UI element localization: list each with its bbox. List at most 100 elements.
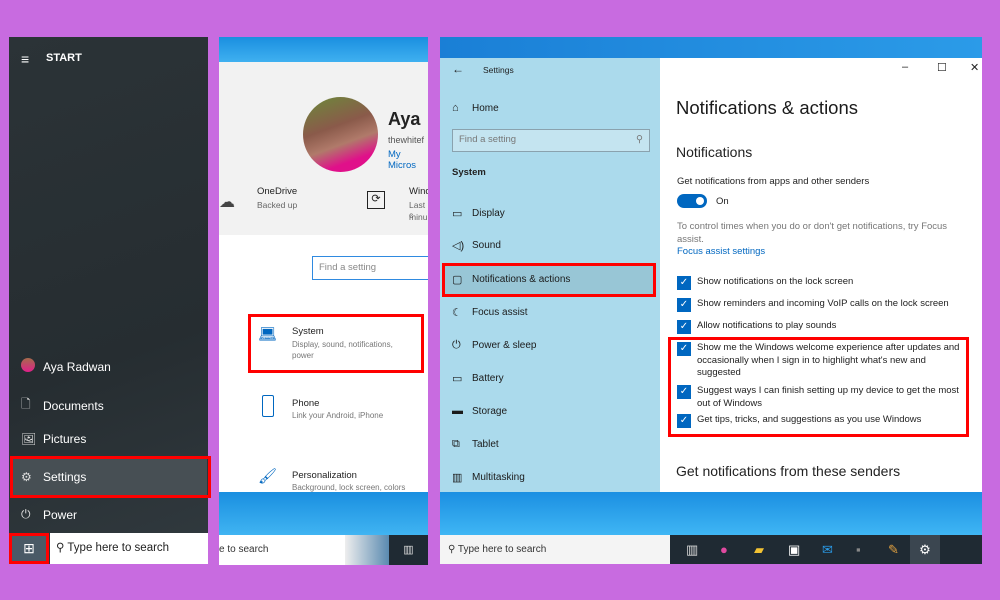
label: Display (472, 208, 505, 219)
search-highlight-image (345, 535, 389, 565)
checkbox-lock-screen[interactable]: ✓ Show notifications on the lock screen (677, 276, 967, 290)
task-view-icon[interactable]: ▥ (686, 535, 698, 564)
nav-focus-assist[interactable]: ☾ Focus assist (452, 306, 528, 319)
hamburger-icon[interactable]: ≡ (21, 51, 29, 67)
app-f-icon[interactable]: ▪ (856, 535, 861, 564)
window-title: Settings (483, 65, 514, 75)
update-title[interactable]: Wind (409, 186, 428, 197)
search-icon: ⚲ (448, 544, 458, 555)
highlight-box (442, 263, 656, 297)
paint-icon[interactable]: ✎ (888, 535, 899, 564)
label: Tablet (472, 439, 499, 450)
checkmark-icon: ✓ (677, 276, 691, 290)
avatar (303, 97, 378, 172)
category-title: Personalization (292, 470, 357, 481)
desktop-strip (440, 37, 982, 58)
back-arrow-icon[interactable]: ← (452, 62, 464, 76)
search-icon: ⚲ (636, 134, 643, 145)
find-setting-input[interactable]: Find a setting (312, 256, 428, 280)
category-desc: Link your Android, iPhone (292, 411, 384, 420)
category-title: Phone (292, 398, 320, 409)
category-personalization[interactable]: Personalization Background, lock screen, … (292, 470, 405, 492)
start-title: START (46, 52, 82, 64)
app-icon[interactable]: ● (720, 535, 728, 564)
section-label: System (452, 167, 486, 178)
nav-multitasking[interactable]: ▥ Multitasking (452, 471, 525, 484)
cloud-icon: ☁ (219, 194, 235, 211)
start-item-user[interactable]: Aya Radwan (21, 358, 111, 375)
highlight-box (668, 337, 969, 437)
store-icon[interactable]: ▣ (788, 535, 800, 564)
highlight-box (10, 456, 211, 498)
task-view-icon[interactable]: ▥ (389, 535, 428, 565)
avatar (21, 358, 43, 375)
category-phone[interactable]: Phone Link your Android, iPhone (292, 398, 383, 420)
taskbar-search[interactable]: ⚲ Type here to search (440, 535, 670, 564)
close-button[interactable]: ✕ (970, 61, 979, 74)
checkbox-voip[interactable]: ✓ Show reminders and incoming VoIP calls … (677, 298, 967, 312)
minimize-button[interactable]: – (902, 61, 908, 73)
nav-display[interactable]: ▭ Display (452, 207, 505, 220)
tablet-icon: ⧉ (452, 438, 460, 450)
taskbar: ▥ ● ▰ ▣ ✉ ▪ ✎ ⚙ (670, 535, 982, 564)
battery-icon: ▭ (452, 373, 463, 385)
label: Multitasking (472, 472, 525, 483)
find-setting-input[interactable]: Find a setting ⚲ (452, 129, 650, 152)
highlight-box (248, 314, 424, 373)
user-email: thewhitef (388, 135, 425, 145)
highlight-box (9, 533, 49, 564)
document-icon: 🗋 (21, 397, 31, 411)
onedrive-title[interactable]: OneDrive (257, 186, 297, 197)
nav-home[interactable]: ⌂ Home (452, 102, 499, 114)
desktop-strip (219, 37, 428, 62)
settings-home: Aya thewhitef My Micros ☁ OneDrive Backe… (219, 37, 428, 565)
power-icon: ⏻ (21, 507, 31, 521)
taskbar-search[interactable]: ⚲ Type here to search (50, 533, 208, 564)
phone-icon (262, 395, 274, 417)
home-icon: ⌂ (452, 102, 459, 114)
checkbox-sounds[interactable]: ✓ Allow notifications to play sounds (677, 320, 967, 334)
checkmark-icon: ✓ (677, 320, 691, 334)
mail-icon[interactable]: ✉ (822, 535, 833, 564)
label: Pictures (43, 432, 87, 446)
section-heading: Notifications (676, 144, 753, 160)
label: Show notifications on the lock screen (697, 276, 854, 287)
placeholder: Find a setting (319, 262, 377, 273)
maximize-button[interactable]: ☐ (937, 61, 947, 74)
label: Allow notifications to play sounds (697, 320, 837, 331)
power-icon: ⏻ (452, 339, 461, 351)
file-explorer-icon[interactable]: ▰ (754, 535, 764, 564)
label: Battery (472, 373, 504, 384)
category-desc: Background, lock screen, colors (292, 483, 406, 492)
nav-storage[interactable]: ▬ Storage (452, 405, 507, 417)
label: Storage (472, 405, 508, 417)
multitasking-icon: ▥ (452, 472, 463, 484)
toggle-label: Get notifications from apps and other se… (677, 176, 870, 187)
notifications-toggle[interactable] (677, 194, 707, 208)
label: Home (472, 102, 499, 114)
start-item-documents[interactable]: 🗋 Documents (21, 395, 104, 416)
taskbar-search[interactable]: e to search (219, 535, 345, 565)
focus-assist-link[interactable]: Focus assist settings (677, 246, 765, 257)
toggle-state: On (716, 196, 729, 207)
nav-power-sleep[interactable]: ⏻ Power & sleep (452, 339, 536, 352)
senders-heading: Get notifications from these senders (676, 463, 901, 479)
label: Documents (43, 398, 104, 413)
speaker-icon: ◁) (452, 240, 465, 252)
search-placeholder: Type here to search (67, 542, 170, 554)
nav-battery[interactable]: ▭ Battery (452, 372, 504, 385)
start-item-pictures[interactable]: 🖼 Pictures (21, 432, 86, 446)
account-link[interactable]: My Micros (388, 149, 428, 171)
moon-icon: ☾ (452, 307, 462, 319)
label: Power & sleep (472, 340, 537, 351)
start-item-power[interactable]: ⏻ Power (21, 507, 77, 522)
desktop-strip (440, 492, 982, 535)
nav-sound[interactable]: ◁) Sound (452, 239, 501, 252)
settings-taskbar-icon[interactable]: ⚙ (910, 535, 940, 564)
label: Sound (472, 240, 501, 251)
label: Power (43, 507, 78, 522)
user-name: Aya (388, 109, 421, 129)
update-icon: ⟳ (367, 191, 385, 209)
nav-tablet[interactable]: ⧉ Tablet (452, 438, 499, 451)
onedrive-status: Backed up (257, 200, 298, 210)
